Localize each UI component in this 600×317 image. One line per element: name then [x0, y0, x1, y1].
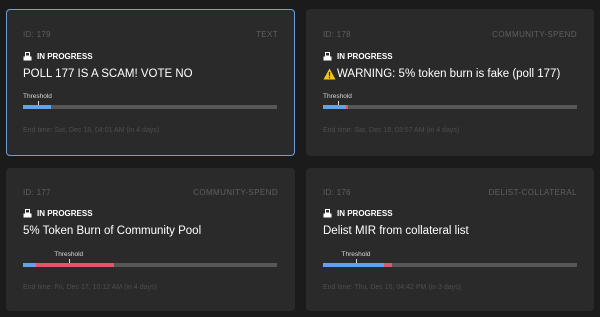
poll-type: COMMUNITY-SPEND: [492, 30, 577, 39]
poll-id: ID: 178: [323, 30, 351, 39]
vote-no-segment: [383, 263, 392, 267]
ballot-box-icon: [323, 52, 332, 61]
poll-title-text: POLL 177 IS A SCAM! VOTE NO: [23, 68, 193, 80]
vote-progress-bar: [323, 263, 577, 267]
poll-card-177[interactable]: ID: 177 COMMUNITY-SPEND IN PROGRESS 5% T…: [6, 168, 295, 311]
status-label: IN PROGRESS: [337, 209, 393, 218]
poll-end-time: End time: Thu, Dec 16, 04:42 PM (in 3 da…: [323, 284, 461, 291]
poll-status: IN PROGRESS: [323, 209, 393, 218]
status-label: IN PROGRESS: [337, 52, 393, 61]
poll-title-text: Delist MIR from collateral list: [323, 225, 469, 237]
poll-title-text: 5% Token Burn of Community Pool: [23, 225, 202, 237]
poll-status: IN PROGRESS: [23, 52, 93, 61]
poll-title[interactable]: 5% Token Burn of Community Pool: [23, 225, 201, 237]
poll-end-time: End time: Fri, Dec 17, 10:12 AM (in 4 da…: [23, 284, 157, 291]
poll-type: DELIST-COLLATERAL: [488, 188, 577, 197]
vote-no-segment: [35, 263, 115, 267]
poll-id: ID: 177: [23, 188, 51, 197]
vote-yes-segment: [323, 105, 346, 109]
vote-yes-segment: [23, 105, 51, 109]
ballot-box-icon: [323, 209, 332, 218]
poll-id: ID: 176: [323, 188, 351, 197]
poll-end-time: End time: Sat, Dec 18, 03:57 AM (in 4 da…: [323, 127, 460, 134]
ballot-box-icon: [23, 52, 32, 61]
poll-title-text: WARNING: 5% token burn is fake (poll 177…: [337, 68, 561, 80]
poll-card-176[interactable]: ID: 176 DELIST-COLLATERAL IN PROGRESS De…: [306, 168, 594, 311]
poll-title[interactable]: WARNING: 5% token burn is fake (poll 177…: [323, 68, 560, 80]
poll-card-179[interactable]: ID: 179 TEXT IN PROGRESS POLL 177 IS A S…: [6, 9, 295, 156]
status-label: IN PROGRESS: [37, 52, 93, 61]
poll-title[interactable]: Delist MIR from collateral list: [323, 225, 469, 237]
ballot-box-icon: [23, 209, 32, 218]
vote-progress-bar: [23, 263, 277, 267]
status-label: IN PROGRESS: [37, 209, 93, 218]
threshold-label: Threshold: [341, 251, 371, 258]
warning-icon: [323, 68, 336, 80]
vote-yes-segment: [323, 263, 384, 267]
threshold-label: Threshold: [54, 251, 84, 258]
poll-type: TEXT: [255, 30, 278, 39]
threshold-label: Threshold: [23, 93, 52, 100]
poll-status: IN PROGRESS: [23, 209, 93, 218]
poll-card-178[interactable]: ID: 178 COMMUNITY-SPEND IN PROGRESS WARN…: [306, 9, 594, 156]
poll-end-time: End time: Sat, Dec 18, 04:01 AM (in 4 da…: [23, 127, 160, 134]
poll-title[interactable]: POLL 177 IS A SCAM! VOTE NO: [23, 68, 193, 80]
vote-no-segment: [345, 105, 349, 109]
poll-status: IN PROGRESS: [323, 52, 393, 61]
threshold-label: Threshold: [323, 93, 352, 100]
vote-yes-segment: [23, 263, 36, 267]
vote-progress-bar: [23, 105, 277, 109]
poll-id: ID: 179: [23, 30, 51, 39]
poll-type: COMMUNITY-SPEND: [193, 188, 278, 197]
vote-progress-bar: [323, 105, 577, 109]
